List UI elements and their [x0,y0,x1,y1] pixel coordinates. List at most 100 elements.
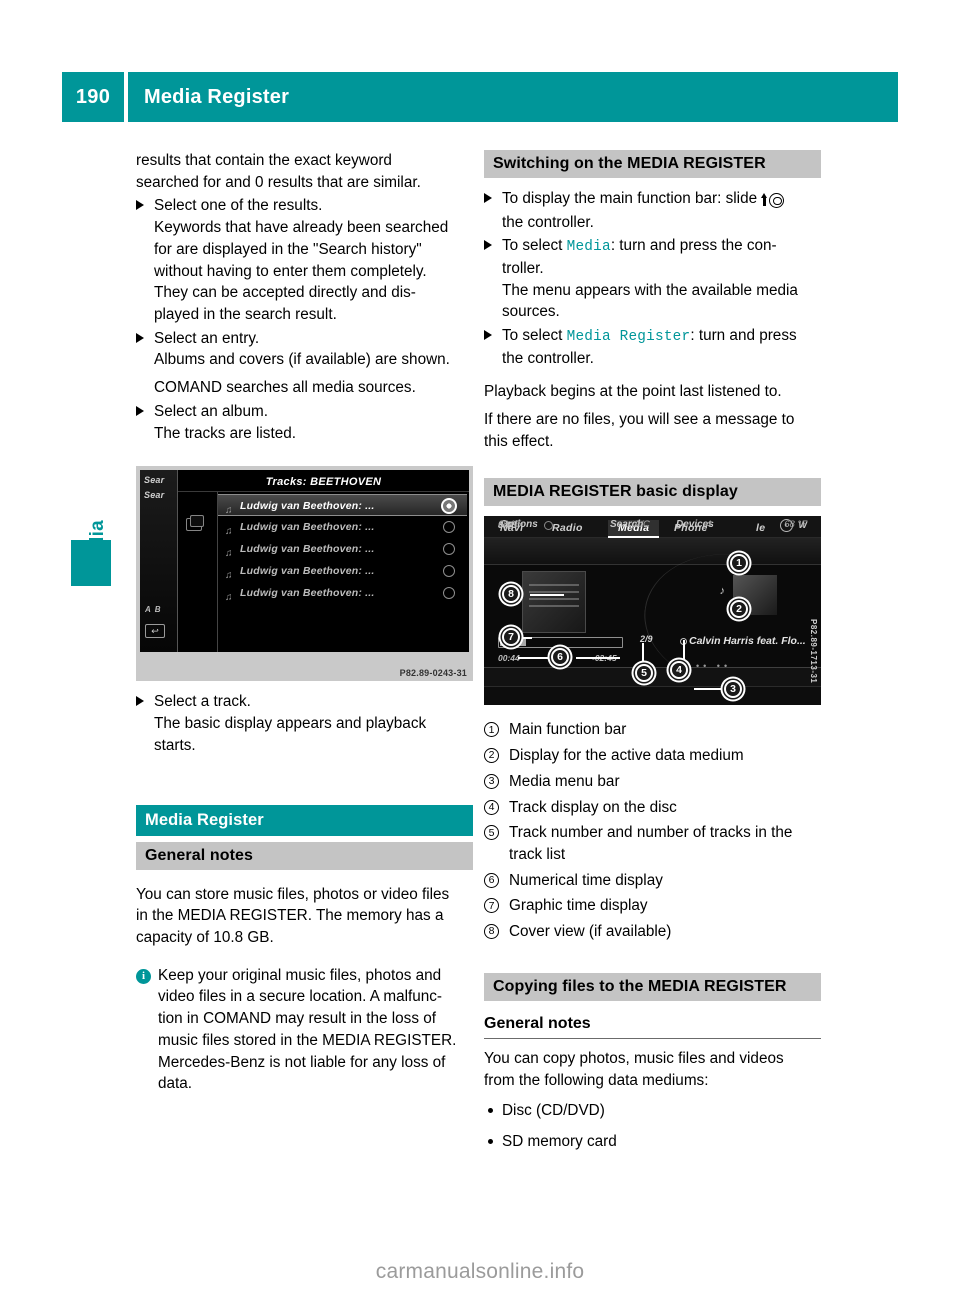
step-select-media-register: To select Media Register: turn and press… [484,325,821,369]
step-action: Select a track. [154,693,251,711]
main-bar-item-vehicle[interactable]: le [756,522,765,534]
track-row[interactable]: ♫ Ludwig van Beethoven: ... [218,494,467,517]
figure-track-list: Sear Sear A B ↩ Tracks: BEETHOVEN ♫ Ludw… [136,466,473,682]
site-watermark: carmanualsonline.info [375,1260,585,1283]
step-detail-line: COMAND searches all media sources. [154,379,416,397]
paragraph-no-files: If there are no files, you will see a me… [484,410,795,450]
step-action: To display the main function bar: slide [502,188,821,212]
track-row[interactable]: ♫ Ludwig van Beethoven: ... [218,560,467,582]
continued-paragraph: results that contain the exact keyword s… [136,150,473,193]
step-action: Select an entry. [154,329,260,347]
bullet-label: SD memory card [502,1133,617,1150]
legend-number: 8 [484,924,499,940]
body-line: in the MEDIA REGISTER. The memory has a [136,907,444,925]
leader-line [576,657,620,659]
screen-left-panel: Sear Sear A B ↩ [140,470,178,653]
legend-label: Graphic time display [509,897,648,915]
track-row[interactable]: ♫ Ludwig van Beethoven: ... [218,516,467,538]
climate-fan-level: 4 [706,519,712,531]
track-title: Ludwig van Beethoven: ... [240,565,375,578]
step-arrow-icon [484,193,492,203]
legend-item: 3 Media menu bar [484,771,821,793]
legend-label: Numerical time display [509,871,663,889]
step-detail-line: troller. [502,259,544,277]
track-row[interactable]: ♫ Ludwig van Beethoven: ... [218,582,467,604]
step-detail-line: the controller. [502,349,594,367]
step-detail-line: The menu appears with the available medi… [502,281,798,299]
step-select-media: To select Media: turn and press the con-… [484,235,821,323]
bullet-icon [488,1108,493,1114]
info-note: i Keep your original music files, photos… [136,965,473,1095]
main-bar-item-radio[interactable]: Radio [552,522,583,534]
step-select-track: Select a track. The basic display appear… [136,691,473,756]
step-detail-line: Albums and covers (if available) are sho… [154,351,450,369]
step-action: To select Media: turn and press the con- [502,235,821,257]
legend-number: 2 [484,748,499,764]
screen-icon-column [178,492,218,653]
climate-bar [484,686,821,706]
climate-temp-right: 68 °F [784,519,807,531]
copy-icon [186,515,204,532]
disc-icon [443,565,455,578]
body-line: You can copy photos, music files and vid… [484,1049,784,1067]
legend-item: 8 Cover view (if available) [484,921,821,943]
figure-code: P82.89-1713-31 [809,618,818,684]
comand-basic-display-screen: 8:05 ◐ W Navi Radio Media Phone le ♪ 00:… [484,516,821,706]
bullet-label: Disc (CD/DVD) [502,1102,605,1120]
step-detail-line: for are displayed in the "Search history… [154,240,422,258]
legend-item: 5 Track number and number of tracks in t… [484,822,821,865]
general-notes-body: You can store music files, photos or vid… [136,884,473,949]
legend-number: 3 [484,773,499,789]
step-select-entry: Select an entry. Albums and covers (if a… [136,328,473,399]
heading-general-notes: General notes [136,841,473,870]
step-action: Select one of the results. [154,197,323,215]
figure-code: P82.89-0243-31 [399,668,467,679]
bullet-item-sd-card: SD memory card [484,1131,821,1153]
page-header: 190 Media Register [62,72,898,122]
step-arrow-icon [136,405,144,416]
continued-line-2: searched for and 0 results that are simi… [136,173,421,191]
body-line: from the following data mediums: [484,1071,709,1089]
manual-page: 190 Media Register Media results that co… [0,0,960,1302]
back-button-icon: ↩ [145,624,165,639]
step-select-result: Select one of the results. Keywords that… [136,195,473,325]
bullet-icon [488,1139,493,1144]
side-tab-marker [71,540,111,586]
step-action-suffix: : turn and press the con- [610,237,777,255]
screen-side-label: Sear [144,490,165,501]
legend-label: Display for the active data medium [509,747,744,765]
step-detail-line: the controller. [502,213,594,231]
note-line: data. [158,1075,193,1093]
slide-controller-up-icon [757,190,785,212]
track-row[interactable]: ♫ Ludwig van Beethoven: ... [218,538,467,560]
legend-label: Track display on the disc [509,798,677,816]
note-line: video files in a secure location. A malf… [158,988,442,1006]
disc-icon [441,498,457,515]
figure-basic-display: 8:05 ◐ W Navi Radio Media Phone le ♪ 00:… [484,516,821,706]
page-title: Media Register [128,72,898,122]
heading-basic-display: MEDIA REGISTER basic display [484,478,821,507]
step-detail-line: played in the search result. [154,306,337,324]
comand-track-list-screen: Sear Sear A B ↩ Tracks: BEETHOVEN ♫ Ludw… [140,470,469,653]
info-icon: i [136,968,151,984]
legend-label: Cover view (if available) [509,923,672,941]
note-line: music files stored in the MEDIA REGISTER… [158,1031,457,1049]
step-arrow-icon [136,200,144,211]
page-number: 190 [62,72,124,122]
note-line: Mercedes-Benz is not liable for any loss… [158,1053,446,1071]
legend-item: 2 Display for the active data medium [484,745,821,767]
ui-token-media-register: Media Register [566,329,691,346]
heading-switching-on: Switching on the MEDIA REGISTER [484,150,821,178]
leader-line [642,643,644,666]
step-action-text: To display the main function bar: slide [502,190,758,207]
legend-label: Media menu bar [509,772,620,790]
ui-token-media: Media [566,239,611,256]
music-note-icon: ♫ [225,592,233,604]
step-action-suffix: : turn and press [690,327,797,345]
